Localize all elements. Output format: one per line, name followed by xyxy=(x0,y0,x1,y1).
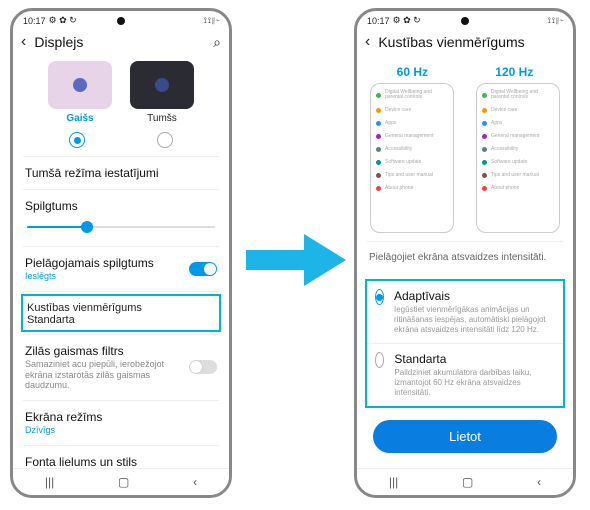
motion-settings: 60 Hz 120 Hz Digital Wellbeing and paren… xyxy=(357,59,573,477)
option-standard-radio[interactable] xyxy=(375,352,384,368)
dark-mode-settings-label: Tumšā režīma iestatījumi xyxy=(25,166,217,180)
option-standard[interactable]: Standarta Paildziniet akumulatora darbīb… xyxy=(367,343,563,406)
nav-home-icon[interactable]: ▢ xyxy=(462,475,473,489)
brightness-row: Spilgtums xyxy=(13,190,229,246)
motion-smoothness-status: Standarta xyxy=(27,314,215,326)
theme-radio-row xyxy=(13,128,229,156)
blue-light-toggle[interactable] xyxy=(189,360,217,374)
hz-120-label: 120 Hz xyxy=(495,65,533,79)
theme-row: Gaišs Tumšs xyxy=(13,59,229,128)
arrow-icon xyxy=(246,232,346,288)
preview-60: Digital Wellbeing and parental controlsD… xyxy=(370,83,454,233)
status-icons: ⟟ ⟟ ∥ ⌁ xyxy=(548,16,563,26)
option-standard-label: Standarta xyxy=(394,352,555,366)
preview-row: Digital Wellbeing and parental controlsD… xyxy=(357,83,573,241)
theme-light-label: Gaišs xyxy=(45,113,115,124)
motion-smoothness-highlight: Kustības vienmērīgums Standarta xyxy=(21,294,221,332)
motion-smoothness-label: Kustības vienmērīgums xyxy=(27,302,215,314)
motion-smoothness-row[interactable]: Kustības vienmērīgums Standarta xyxy=(27,302,215,326)
nav-bar: ||| ▢ ‹ xyxy=(13,468,229,495)
phone-right: 10:17 ⚙ ✿ ↻ ⟟ ⟟ ∥ ⌁ ‹ Kustības vienmērīg… xyxy=(354,8,576,498)
back-icon[interactable]: ‹ xyxy=(365,33,370,51)
camera-hole xyxy=(117,17,125,25)
search-icon[interactable]: ⌕ xyxy=(213,34,221,51)
page-title: Kustības vienmērīgums xyxy=(378,34,565,50)
option-adaptive-radio[interactable] xyxy=(375,289,384,305)
status-time: 10:17 xyxy=(367,16,390,26)
refresh-options-highlight: Adaptīvais Iegūstiet vienmērīgākas animā… xyxy=(365,279,565,408)
option-adaptive-label: Adaptīvais xyxy=(394,289,555,303)
theme-light-radio[interactable] xyxy=(69,132,85,148)
status-time: 10:17 xyxy=(23,16,46,26)
brightness-slider[interactable] xyxy=(27,219,215,235)
theme-dark[interactable]: Tumšs xyxy=(127,61,197,124)
option-adaptive-desc: Iegūstiet vienmērīgākas animācijas un ri… xyxy=(394,305,555,335)
back-icon[interactable]: ‹ xyxy=(21,33,26,51)
nav-back-icon[interactable]: ‹ xyxy=(537,475,541,489)
nav-back-icon[interactable]: ‹ xyxy=(193,475,197,489)
screen-mode-row[interactable]: Ekrāna režīms Dzīvīgs xyxy=(13,401,229,445)
adaptive-brightness-status: Ieslēgts xyxy=(25,271,154,282)
nav-home-icon[interactable]: ▢ xyxy=(118,475,129,489)
header: ‹ Kustības vienmērīgums xyxy=(357,28,573,59)
apply-button-label: Lietot xyxy=(449,429,481,444)
adaptive-brightness-toggle[interactable] xyxy=(189,262,217,276)
phone-left: 10:17 ⚙ ✿ ↻ ⟟ ⟟ ∥ ⌁ ‹ Displejs ⌕ Gaišs T… xyxy=(10,8,232,498)
blue-light-desc: Samaziniet acu piepūli, ierobežojot ekrā… xyxy=(25,359,175,391)
nav-recent-icon[interactable]: ||| xyxy=(45,475,54,489)
header: ‹ Displejs ⌕ xyxy=(13,28,229,59)
screen-mode-status: Dzīvīgs xyxy=(25,425,217,436)
option-adaptive[interactable]: Adaptīvais Iegūstiet vienmērīgākas animā… xyxy=(367,281,563,343)
option-standard-desc: Paildziniet akumulatora darbības laiku, … xyxy=(394,368,555,398)
refresh-caption: Pielāgojiet ekrāna atsvaidzes intensitāt… xyxy=(357,242,573,273)
nav-recent-icon[interactable]: ||| xyxy=(389,475,398,489)
preview-120: Digital Wellbeing and parental controlsD… xyxy=(476,83,560,233)
blue-light-label: Zilās gaismas filtrs xyxy=(25,344,175,358)
blue-light-row[interactable]: Zilās gaismas filtrs Samaziniet acu piep… xyxy=(13,335,229,400)
status-icons: ⟟ ⟟ ∥ ⌁ xyxy=(204,16,219,26)
nav-bar: ||| ▢ ‹ xyxy=(357,468,573,495)
hz-60-label: 60 Hz xyxy=(397,65,428,79)
theme-light[interactable]: Gaišs xyxy=(45,61,115,124)
camera-hole xyxy=(461,17,469,25)
theme-dark-radio[interactable] xyxy=(157,132,173,148)
theme-dark-label: Tumšs xyxy=(127,113,197,124)
screen-mode-label: Ekrāna režīms xyxy=(25,410,217,424)
apply-button[interactable]: Lietot xyxy=(373,420,557,453)
display-settings-list: Gaišs Tumšs Tumšā režīma iestatījumi Spi… xyxy=(13,59,229,477)
dark-mode-settings-row[interactable]: Tumšā režīma iestatījumi xyxy=(13,157,229,189)
hz-header-row: 60 Hz 120 Hz xyxy=(357,59,573,83)
brightness-label: Spilgtums xyxy=(25,199,217,213)
page-title: Displejs xyxy=(34,34,205,50)
adaptive-brightness-label: Pielāgojamais spilgtums xyxy=(25,256,154,270)
adaptive-brightness-row[interactable]: Pielāgojamais spilgtums Ieslēgts xyxy=(13,247,229,291)
font-label: Fonta lielums un stils xyxy=(25,455,217,469)
